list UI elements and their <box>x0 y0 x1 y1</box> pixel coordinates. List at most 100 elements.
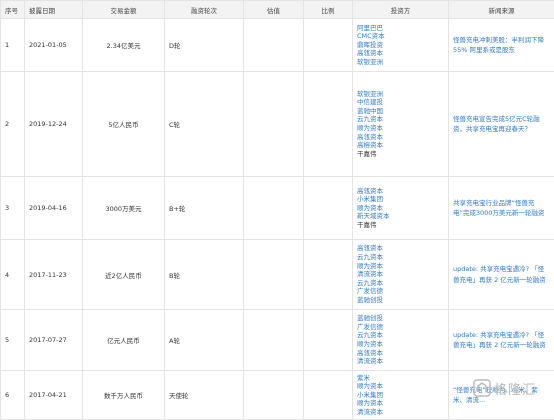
cell-round: C轮 <box>165 72 244 177</box>
investor-link[interactable]: 广发信德 <box>357 287 444 296</box>
cell-amount: 近2亿人民币 <box>83 240 165 310</box>
cell-date: 2019-12-24 <box>25 72 83 177</box>
cell-news-source: 怪兽充电冲刺美股：半利润下降55% 阿里系或是股东 <box>449 19 554 72</box>
investor-link[interactable]: 高瓴资本 <box>357 349 444 358</box>
financing-table: 序号 披露日期 交易金额 融资轮次 估值 比例 投资方 新闻来源 12021-0… <box>0 0 554 420</box>
header-ratio: 比例 <box>304 1 353 19</box>
news-link[interactable]: update: 共享充电宝遇冷? 「怪兽充电」再获 2 亿元新一轮融资 <box>453 264 550 285</box>
header-valuation: 估值 <box>244 1 304 19</box>
investor-link[interactable]: 鼎晖投资 <box>357 41 444 50</box>
cell-ratio <box>304 19 353 72</box>
investor-link[interactable]: 紫米 <box>357 374 444 383</box>
investor-link[interactable]: 小米集团 <box>357 195 444 204</box>
header-news-source: 新闻来源 <box>449 1 554 19</box>
cell-investors: 软银亚洲中信建投蓝驰中国云九资本顺为资本高瓴资本高榕资本干嘉伟 <box>353 72 449 177</box>
cell-valuation <box>244 240 304 310</box>
investor-link[interactable]: 蓝驰创投 <box>357 314 444 323</box>
cell-index: 5 <box>1 310 25 371</box>
cell-valuation <box>244 177 304 240</box>
investor-link[interactable]: 高榕资本 <box>357 141 444 150</box>
news-link[interactable]: 共享充电宝行业品牌“怪兽充电”完成3000万美元新一轮融资 <box>453 198 550 219</box>
cell-date: 2017-04-21 <box>25 371 83 420</box>
cell-round: A轮 <box>165 310 244 371</box>
watermark-logo-icon <box>472 378 492 398</box>
cell-round: B轮 <box>165 240 244 310</box>
investor-link[interactable]: 顺为资本 <box>357 204 444 213</box>
table-row: 12021-01-052.34亿美元D轮 阿里巴巴CMC资本鼎晖投资高瓴资本软银亚… <box>1 19 554 72</box>
cell-investors: 高瓴资本云九资本顺为资本清流资本云九资本广发信德蓝驰创投 <box>353 240 449 310</box>
investor-link[interactable]: 顺为资本 <box>357 262 444 271</box>
cell-index: 3 <box>1 177 25 240</box>
investor-link[interactable]: 清流资本 <box>357 357 444 366</box>
table-header-row: 序号 披露日期 交易金额 融资轮次 估值 比例 投资方 新闻来源 <box>1 1 554 19</box>
cell-amount: 数千万人民币 <box>83 371 165 420</box>
table-row: 42017-11-23近2亿人民币B轮高瓴资本云九资本顺为资本清流资本云九资本广… <box>1 240 554 310</box>
cell-news-source: 怪兽充电宣告完成5亿元C轮融资，共享充电宝再迎春天？ <box>449 72 554 177</box>
cell-news-source: update: 共享充电宝遇冷? 「怪兽充电」再获 2 亿元新一轮融资 <box>449 240 554 310</box>
investor-link[interactable]: 软银亚洲 <box>357 90 444 99</box>
cell-index: 1 <box>1 19 25 72</box>
investor-link[interactable]: 顺为资本 <box>357 382 444 391</box>
investor-link[interactable]: 清流资本 <box>357 408 444 417</box>
investor-link[interactable]: 新天域资本 <box>357 212 444 221</box>
table-row: 52017-07-27亿元人民币A轮 蓝驰创投广发信德云九资本顺为资本高瓴资本清流… <box>1 310 554 371</box>
cell-round: B+轮 <box>165 177 244 240</box>
header-date: 披露日期 <box>25 1 83 19</box>
cell-date: 2017-11-23 <box>25 240 83 310</box>
table-row: 22019-12-245亿人民币C轮软银亚洲中信建投蓝驰中国云九资本顺为资本高瓴… <box>1 72 554 177</box>
header-amount: 交易金额 <box>83 1 165 19</box>
investor-link[interactable]: 中信建投 <box>357 98 444 107</box>
investor-link[interactable]: 高瓴资本 <box>357 49 444 58</box>
investor-link[interactable]: 清流资本 <box>357 270 444 279</box>
cell-amount: 3000万美元 <box>83 177 165 240</box>
cell-valuation <box>244 19 304 72</box>
cell-ratio <box>304 72 353 177</box>
news-link[interactable]: update: 共享充电宝遇冷? 「怪兽充电」再获 2 亿元新一轮融资 <box>453 330 550 351</box>
cell-amount: 2.34亿美元 <box>83 19 165 72</box>
cell-investors: 高瓴资本小米集团顺为资本新天域资本干嘉伟 <box>353 177 449 240</box>
cell-news-source: update: 共享充电宝遇冷? 「怪兽充电」再获 2 亿元新一轮融资 <box>449 310 554 371</box>
news-link[interactable]: 怪兽充电冲刺美股：半利润下降55% 阿里系或是股东 <box>453 35 550 56</box>
watermark-text: 格隆汇 <box>494 379 536 398</box>
cell-index: 4 <box>1 240 25 310</box>
investor-link[interactable]: 云九资本 <box>357 331 444 340</box>
cell-ratio <box>304 177 353 240</box>
investor-link[interactable]: CMC资本 <box>357 32 444 41</box>
investor-link[interactable]: 顺为资本 <box>357 124 444 133</box>
investor-link[interactable]: 高瓴资本 <box>357 133 444 142</box>
investor-link[interactable]: 高瓴资本 <box>357 244 444 253</box>
cell-round: D轮 <box>165 19 244 72</box>
cell-investors: 紫米顺为资本小米集团顺为资本清流资本 <box>353 371 449 420</box>
cell-round: 天使轮 <box>165 371 244 420</box>
cell-index: 6 <box>1 371 25 420</box>
news-link[interactable]: 怪兽充电宣告完成5亿元C轮融资，共享充电宝再迎春天？ <box>453 114 550 135</box>
cell-amount: 亿元人民币 <box>83 310 165 371</box>
watermark: 格隆汇 <box>472 376 550 400</box>
investor-link[interactable]: 阿里巴巴 <box>357 24 444 33</box>
investor-link[interactable]: 高瓴资本 <box>357 187 444 196</box>
cell-valuation <box>244 72 304 177</box>
investor-link[interactable]: 小米集团 <box>357 391 444 400</box>
cell-ratio <box>304 240 353 310</box>
investor-link[interactable]: 蓝驰创投 <box>357 296 444 305</box>
header-round: 融资轮次 <box>165 1 244 19</box>
header-investors: 投资方 <box>353 1 449 19</box>
header-index: 序号 <box>1 1 25 19</box>
cell-ratio <box>304 310 353 371</box>
cell-ratio <box>304 371 353 420</box>
table-row: 32019-04-163000万美元B+轮 高瓴资本小米集团顺为资本新天域资本干嘉… <box>1 177 554 240</box>
cell-date: 2021-01-05 <box>25 19 83 72</box>
cell-news-source: 共享充电宝行业品牌“怪兽充电”完成3000万美元新一轮融资 <box>449 177 554 240</box>
investor-link[interactable]: 软银亚洲 <box>357 58 444 67</box>
cell-date: 2019-04-16 <box>25 177 83 240</box>
cell-investors: 蓝驰创投广发信德云九资本顺为资本高瓴资本清流资本 <box>353 310 449 371</box>
investor-link[interactable]: 云九资本 <box>357 253 444 262</box>
investor-name: 干嘉伟 <box>357 221 444 230</box>
cell-valuation <box>244 310 304 371</box>
cell-date: 2017-07-27 <box>25 310 83 371</box>
investor-link[interactable]: 顺为资本 <box>357 340 444 349</box>
table-body: 12021-01-052.34亿美元D轮阿里巴巴CMC资本鼎晖投资高瓴资本软银亚… <box>1 19 554 420</box>
investor-link[interactable]: 云九资本 <box>357 115 444 124</box>
table-row: 62017-04-21数千万人民币天使轮紫米顺为资本小米集团顺为资本清流资本“怪… <box>1 371 554 420</box>
investor-name: 干嘉伟 <box>357 150 444 159</box>
